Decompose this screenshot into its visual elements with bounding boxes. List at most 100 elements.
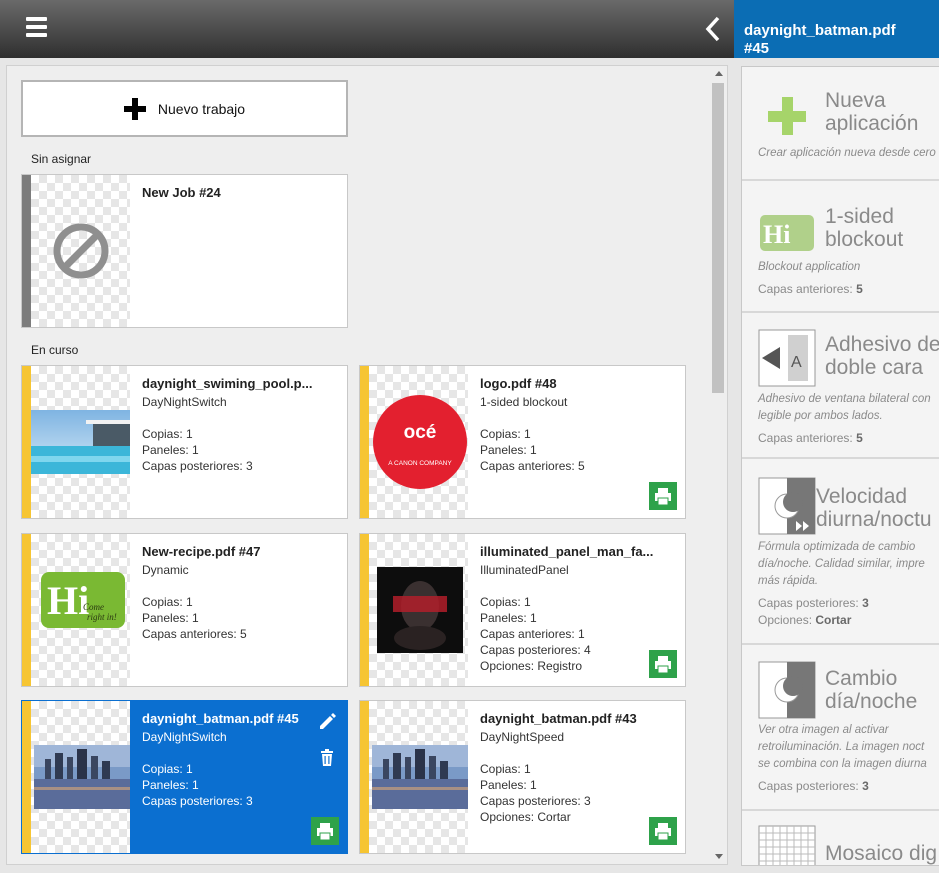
- application-meta: Capas anteriores: 5: [758, 431, 863, 445]
- print-button[interactable]: [649, 817, 677, 845]
- job-application: DayNightSpeed: [480, 730, 565, 744]
- job-thumbnail: océ A CANON COMPANY: [369, 366, 468, 518]
- job-detail: Capas posteriores: 4: [480, 643, 591, 657]
- no-image-icon: [53, 223, 109, 279]
- selected-job-number: #45: [744, 40, 770, 57]
- new-job-button[interactable]: Nuevo trabajo: [21, 80, 348, 137]
- svg-text:right in!: right in!: [87, 612, 117, 622]
- job-application: 1-sided blockout: [480, 395, 568, 409]
- print-button[interactable]: [649, 650, 677, 678]
- application-description: Ver otra imagen al activar retroiluminaci…: [758, 724, 927, 770]
- job-detail: Capas anteriores: 5: [142, 627, 247, 641]
- svg-text:Hi: Hi: [47, 578, 89, 623]
- job-application: DayNightSwitch: [142, 730, 227, 744]
- chevron-left-icon[interactable]: [702, 15, 724, 43]
- plus-icon: [768, 97, 806, 135]
- selected-job-header: daynight_batman.pdf #45: [734, 0, 939, 58]
- job-card-selected[interactable]: daynight_batman.pdf #45 DayNightSwitch C…: [21, 700, 348, 854]
- job-title: daynight_batman.pdf #45: [142, 711, 299, 726]
- svg-text:A: A: [791, 354, 802, 371]
- job-detail: Paneles: 1: [480, 611, 537, 625]
- hi-application-icon: Hi: [760, 215, 814, 251]
- jobs-scrollbar[interactable]: [712, 67, 726, 861]
- job-detail: Copias: 1: [480, 595, 531, 609]
- print-button[interactable]: [649, 482, 677, 510]
- city-skyline-image: [372, 745, 468, 809]
- job-card[interactable]: daynight_swiming_pool.p... DayNightSwitc…: [21, 365, 348, 519]
- applications-panel: Nueva aplicación Crear aplicación nueva d…: [741, 66, 939, 866]
- edit-pencil-icon[interactable]: [316, 711, 338, 733]
- job-thumbnail: [31, 701, 130, 853]
- svg-text:Hi: Hi: [763, 220, 790, 249]
- application-item-1-sided-blockout[interactable]: Hi 1-sided blockout Blockout application …: [742, 181, 939, 313]
- day-night-speed-icon: [758, 477, 816, 535]
- application-item-daynight-switch[interactable]: Cambio día/noche Ver otra imagen al activ…: [742, 645, 939, 811]
- scroll-up-arrow-icon[interactable]: [715, 71, 723, 76]
- job-detail: Capas posteriores: 3: [142, 794, 253, 808]
- job-title: New-recipe.pdf #47: [142, 544, 261, 559]
- job-title: logo.pdf #48: [480, 376, 557, 391]
- scroll-down-arrow-icon[interactable]: [715, 854, 723, 859]
- selected-job-title: daynight_batman.pdf: [744, 22, 896, 39]
- section-in-progress: En curso: [31, 343, 79, 357]
- mosaic-grid-icon: [758, 825, 816, 865]
- printer-icon: [655, 488, 671, 506]
- printer-icon: [317, 823, 333, 841]
- application-item-digital-mosaic[interactable]: Mosaico dig: [742, 811, 939, 865]
- application-description: Crear aplicación nueva desde cero: [758, 147, 936, 159]
- job-title: New Job #24: [142, 185, 221, 200]
- application-name: 1-sided blockout: [825, 205, 904, 251]
- application-name: Mosaico dig: [825, 842, 938, 865]
- application-item-double-sided-adhesive[interactable]: A Adhesivo de doble cara Adhesivo de vent…: [742, 313, 939, 459]
- job-detail: Capas posteriores: 3: [142, 459, 253, 473]
- application-item-daynight-speed[interactable]: Velocidad diurna/noctu Fórmula optimizada…: [742, 459, 939, 645]
- new-application-item[interactable]: Nueva aplicación Crear aplicación nueva d…: [742, 67, 939, 181]
- job-detail: Copias: 1: [142, 595, 193, 609]
- job-card[interactable]: daynight_batman.pdf #43 DayNightSpeed Co…: [359, 700, 686, 854]
- top-bar: [0, 0, 734, 58]
- application-meta: Capas posteriores: 3: [758, 779, 869, 793]
- job-card[interactable]: illuminated_panel_man_fa... IlluminatedP…: [359, 533, 686, 687]
- job-card[interactable]: océ A CANON COMPANY logo.pdf #48 1-sided…: [359, 365, 686, 519]
- job-thumbnail: [31, 175, 130, 327]
- job-title: daynight_swiming_pool.p...: [142, 376, 313, 391]
- double-sided-adhesive-icon: A: [758, 329, 816, 387]
- trash-icon[interactable]: [316, 747, 338, 769]
- job-detail: Paneles: 1: [480, 443, 537, 457]
- scroll-thumb[interactable]: [712, 83, 724, 393]
- menu-icon[interactable]: [26, 17, 47, 37]
- new-job-label: Nuevo trabajo: [157, 100, 246, 117]
- application-name: Adhesivo de doble cara: [825, 333, 939, 379]
- job-application: IlluminatedPanel: [480, 563, 569, 577]
- application-description: Adhesivo de ventana bilateral con legible…: [758, 393, 931, 422]
- job-thumbnail: [369, 701, 468, 853]
- job-detail: Opciones: Registro: [480, 659, 583, 673]
- job-detail: Capas anteriores: 5: [480, 459, 585, 473]
- job-application: Dynamic: [142, 563, 189, 577]
- day-night-switch-icon: [758, 661, 816, 719]
- job-detail: Capas posteriores: 3: [480, 794, 591, 808]
- job-card-unassigned[interactable]: New Job #24: [21, 174, 348, 328]
- application-name: Cambio día/noche: [825, 667, 918, 713]
- application-meta: Capas anteriores: 5: [758, 282, 863, 296]
- job-detail: Capas anteriores: 1: [480, 627, 585, 641]
- oce-logo: océ A CANON COMPANY: [373, 395, 467, 489]
- job-card[interactable]: Hi Come right in! New-recipe.pdf #47 Dyn…: [21, 533, 348, 687]
- application-description: Fórmula optimizada de cambio día/noche. C…: [758, 541, 925, 587]
- print-button[interactable]: [311, 817, 339, 845]
- job-detail: Paneles: 1: [142, 778, 199, 792]
- logo-text: océ: [404, 422, 437, 443]
- job-application: DayNightSwitch: [142, 395, 227, 409]
- job-thumbnail: [31, 366, 130, 518]
- job-thumbnail: Hi Come right in!: [31, 534, 130, 686]
- printer-icon: [655, 823, 671, 841]
- application-name: Nueva aplicación: [825, 89, 919, 135]
- application-meta: Capas posteriores: 3 Opciones: Cortar: [758, 596, 869, 627]
- plus-icon: [123, 97, 146, 120]
- city-skyline-image: [34, 745, 130, 809]
- logo-subtext: A CANON COMPANY: [388, 460, 452, 467]
- job-detail: Copias: 1: [142, 427, 193, 441]
- job-detail: Copias: 1: [142, 762, 193, 776]
- job-detail: Opciones: Cortar: [480, 810, 571, 824]
- printer-icon: [655, 656, 671, 674]
